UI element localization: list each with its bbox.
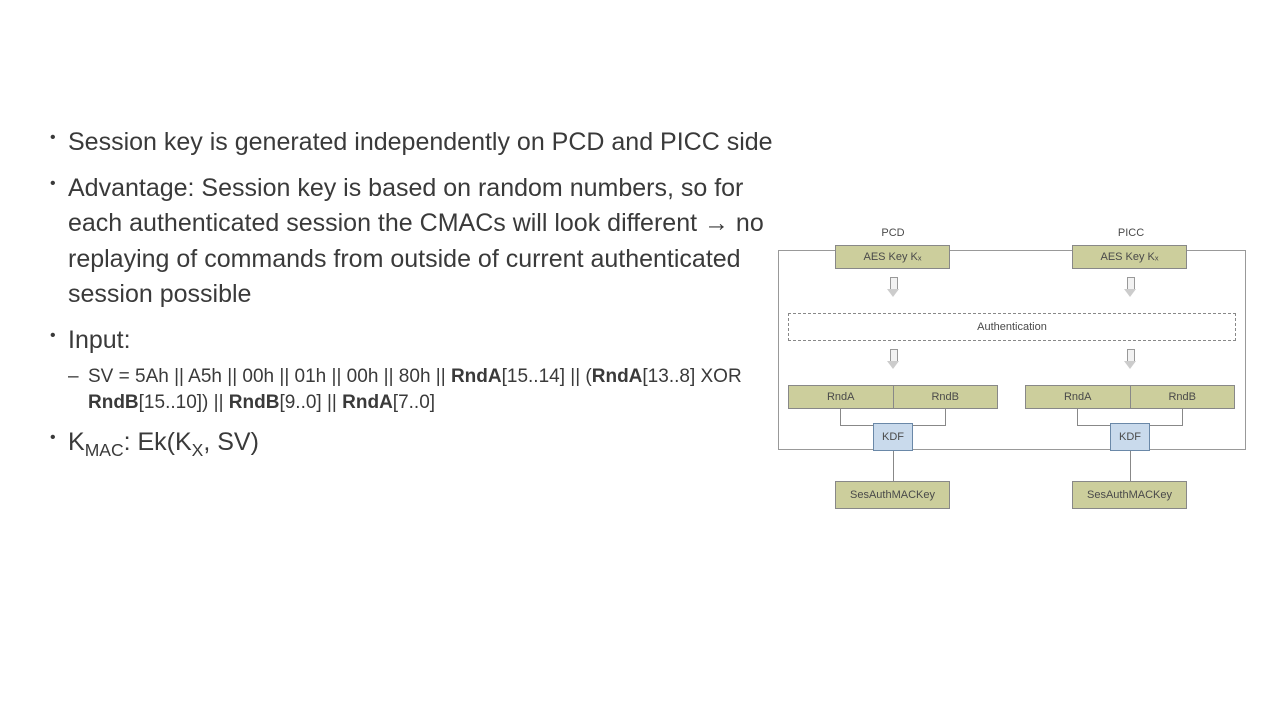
connector-line xyxy=(1149,425,1183,426)
arrow-icon xyxy=(888,277,898,297)
connector-line xyxy=(893,451,894,481)
aes-key-pcd: AES Key Kₓ xyxy=(835,245,950,269)
aes-key-picc: AES Key Kₓ xyxy=(1072,245,1187,269)
sesmac-pcd: SesAuthMACKey xyxy=(835,481,950,509)
connector-line xyxy=(1077,425,1111,426)
connector-line xyxy=(945,409,946,425)
bullet-3-label: Input: xyxy=(68,326,131,354)
pcd-label: PCD xyxy=(873,227,913,239)
rndA-pcd: RndA xyxy=(789,386,894,408)
slide-text: Session key is generated independently o… xyxy=(40,125,780,473)
rndB-picc: RndB xyxy=(1131,386,1235,408)
rnd-group-pcd: RndA RndB xyxy=(788,385,998,409)
auth-box: Authentication xyxy=(788,313,1236,341)
rnd-group-picc: RndA RndB xyxy=(1025,385,1235,409)
kdf-pcd: KDF xyxy=(873,423,913,451)
arrow-icon xyxy=(1125,277,1135,297)
bullet-2: Advantage: Session key is based on rando… xyxy=(40,171,780,313)
rndB-pcd: RndB xyxy=(894,386,998,408)
kdf-diagram: PCD PICC AES Key Kₓ AES Key Kₓ Authentic… xyxy=(778,225,1248,525)
arrow-icon xyxy=(1125,349,1135,369)
bullet-4: KMAC: Ek(KX, SV) xyxy=(40,425,780,463)
rndA-picc: RndA xyxy=(1026,386,1131,408)
sesmac-picc: SesAuthMACKey xyxy=(1072,481,1187,509)
arrow-icon xyxy=(888,349,898,369)
connector-line xyxy=(1130,451,1131,481)
picc-label: PICC xyxy=(1111,227,1151,239)
connector-line xyxy=(1182,409,1183,425)
bullet-3-sub: SV = 5Ah || A5h || 00h || 01h || 00h || … xyxy=(68,364,780,415)
connector-line xyxy=(840,409,841,425)
outer-frame xyxy=(778,250,1246,450)
kdf-picc: KDF xyxy=(1110,423,1150,451)
connector-line xyxy=(912,425,946,426)
bullet-1: Session key is generated independently o… xyxy=(40,125,780,161)
connector-line xyxy=(1077,409,1078,425)
connector-line xyxy=(840,425,874,426)
bullet-3: Input: SV = 5Ah || A5h || 00h || 01h || … xyxy=(40,323,780,416)
